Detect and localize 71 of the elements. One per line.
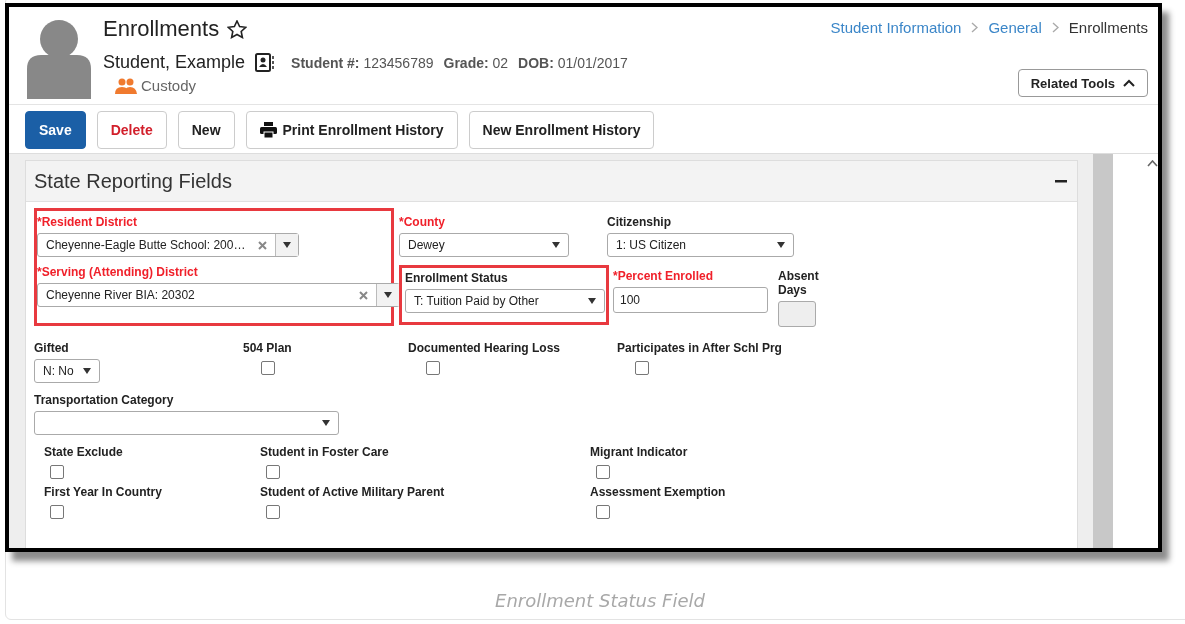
collapse-icon[interactable]: [1055, 179, 1067, 183]
id-card-icon[interactable]: [255, 53, 276, 72]
toolbar-button[interactable]: Save: [25, 111, 86, 149]
dropdown-caret-icon: [777, 242, 785, 248]
dropdown-field[interactable]: Dewey: [399, 233, 569, 257]
field-label: *Serving (Attending) District: [37, 265, 199, 279]
field-label: Student in Foster Care: [260, 445, 390, 459]
checkbox[interactable]: [266, 465, 280, 479]
date-of-birth: DOB: 01/01/2017: [518, 54, 628, 71]
grade: Grade: 02: [443, 54, 509, 71]
student-name: Student, Example: [103, 52, 246, 73]
dropdown-field[interactable]: N: No: [34, 359, 100, 383]
dropdown-field[interactable]: Cheyenne River BIA: 20302: [37, 283, 400, 307]
dropdown-field[interactable]: Cheyenne-Eagle Butte School: 200…: [37, 233, 299, 257]
field-label: Gifted: [34, 341, 70, 355]
people-icon: [115, 77, 137, 94]
toolbar-button[interactable]: Print Enrollment History: [245, 111, 458, 149]
dropdown-field[interactable]: 1: US Citizen: [607, 233, 794, 257]
checkbox[interactable]: [50, 465, 64, 479]
text-field[interactable]: 100: [613, 287, 768, 313]
checkbox[interactable]: [266, 505, 280, 519]
related-tools-button[interactable]: Related Tools: [1017, 69, 1148, 97]
field-label: Assessment Exemption: [590, 485, 727, 499]
field-label: Documented Hearing Loss: [408, 341, 562, 355]
figure-caption: Enrollment Status Field: [494, 590, 706, 611]
toolbar-button[interactable]: Delete: [96, 111, 167, 149]
checkbox[interactable]: [596, 505, 610, 519]
field-label: Citizenship: [607, 215, 672, 229]
field-label: *County: [399, 215, 446, 229]
chevron-right-icon: [1051, 22, 1059, 33]
dropdown-caret-icon: [588, 298, 596, 304]
toolbar-button[interactable]: New: [177, 111, 235, 149]
checkbox[interactable]: [50, 505, 64, 519]
field-label: Transportation Category: [34, 393, 175, 407]
field-label: 504 Plan: [243, 341, 293, 355]
field-label: *Resident District: [37, 215, 139, 229]
custody-link[interactable]: Custody: [141, 77, 197, 94]
breadcrumb-item[interactable]: Student Information: [830, 19, 962, 36]
toolbar-button[interactable]: New Enrollment History: [468, 111, 655, 149]
dropdown-caret-icon: [283, 242, 291, 248]
panel-title: State Reporting Fields: [34, 169, 232, 193]
dropdown-field[interactable]: T: Tuition Paid by Other: [405, 289, 605, 313]
clear-icon[interactable]: [359, 290, 368, 300]
field-label: Migrant Indicator: [590, 445, 689, 459]
printer-icon: [259, 122, 277, 138]
checkbox[interactable]: [596, 465, 610, 479]
dropdown-caret-icon: [322, 420, 330, 426]
dropdown-caret-icon: [83, 368, 91, 374]
checkbox[interactable]: [426, 361, 440, 375]
dropdown-caret-icon: [552, 242, 560, 248]
chevron-right-icon: [971, 22, 979, 33]
star-icon[interactable]: [227, 19, 248, 39]
scrollbar[interactable]: [1093, 154, 1113, 548]
dropdown-caret-icon: [384, 292, 392, 298]
page-title: Enrollments: [103, 16, 220, 42]
chevron-up-icon: [1123, 79, 1135, 87]
field-label: Participates in After Schl Prg: [617, 341, 783, 355]
breadcrumb-item[interactable]: General: [988, 19, 1042, 36]
dropdown-field[interactable]: [34, 411, 339, 435]
checkbox[interactable]: [261, 361, 275, 375]
field-label: Enrollment Status: [405, 271, 509, 285]
field-label: Student of Active Military Parent: [260, 485, 446, 499]
scroll-up-icon[interactable]: [1147, 160, 1158, 167]
clear-icon[interactable]: [258, 240, 267, 250]
field-label: *Percent Enrolled: [613, 269, 715, 283]
field-label: State Exclude: [44, 445, 124, 459]
checkbox[interactable]: [635, 361, 649, 375]
breadcrumb-item: Enrollments: [1068, 19, 1148, 36]
field-label: First Year In Country: [44, 485, 163, 499]
field-label: Absent Days: [778, 269, 820, 297]
student-number: Student #: 123456789: [291, 54, 434, 71]
